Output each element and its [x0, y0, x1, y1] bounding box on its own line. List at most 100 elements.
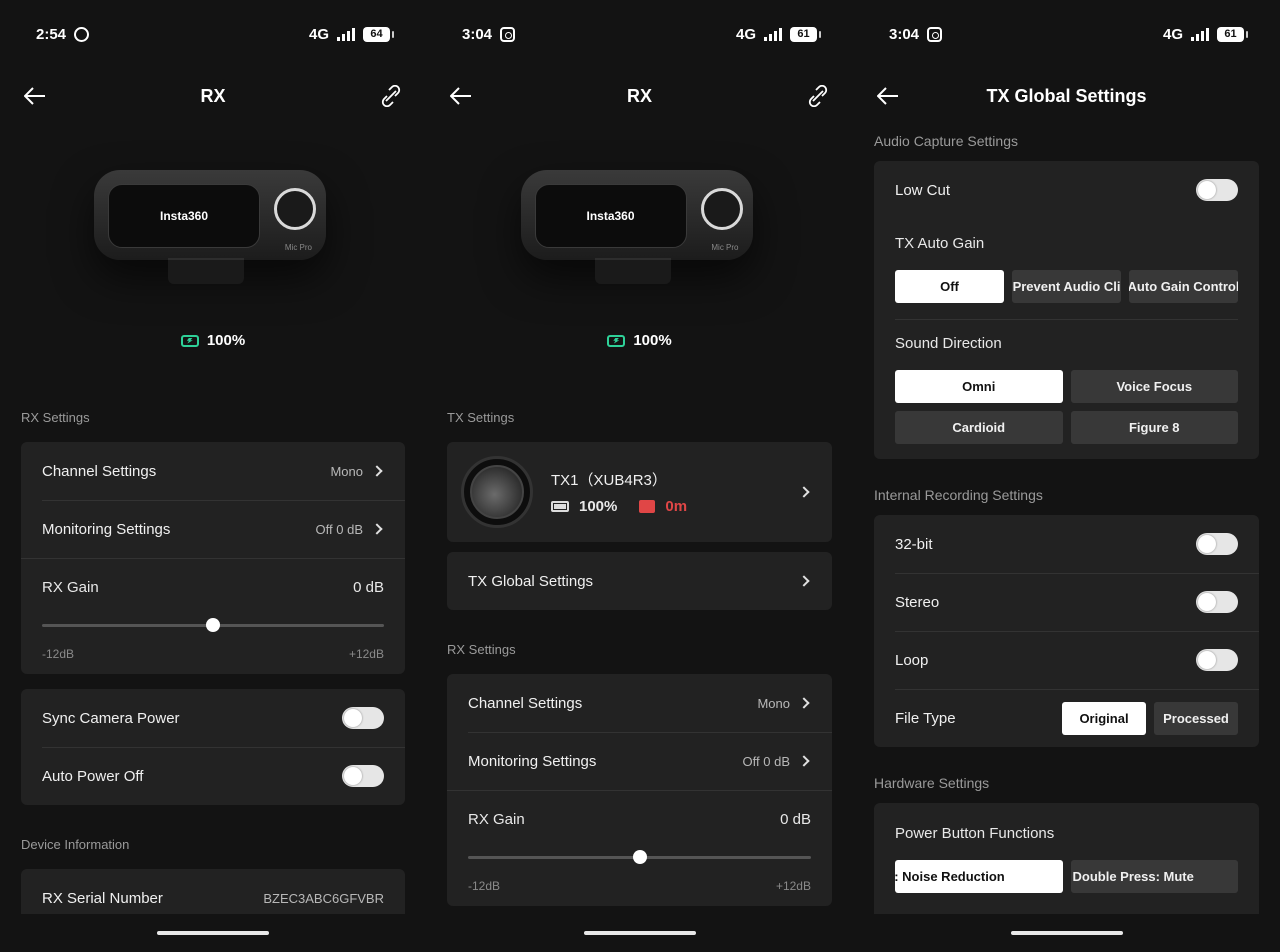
section-tx-settings: TX Settings [447, 410, 515, 425]
battery-status: 100% [426, 332, 853, 349]
sound-direction: Sound Direction Omni Voice Focus Cardioi… [874, 319, 1259, 459]
device-brand: Insta360 [534, 184, 687, 248]
section-rx-settings: RX Settings [21, 410, 90, 425]
battery-icon [551, 501, 569, 512]
slider-knob[interactable] [632, 850, 647, 864]
signal-icon [764, 27, 782, 41]
loop-row: Loop [874, 631, 1259, 689]
battery-icon: 64 [363, 26, 394, 42]
sound-omni-option[interactable]: Omni [895, 370, 1063, 403]
device-brand: Insta360 [108, 184, 260, 248]
chevron-right-icon [798, 697, 810, 709]
unlink-icon [808, 85, 828, 107]
file-type-row: File Type Original Processed [874, 689, 1259, 747]
status-bar: 3:04 4G 61 [889, 22, 1248, 46]
sound-figure8-option[interactable]: Figure 8 [1070, 411, 1238, 444]
channel-settings-row[interactable]: Channel Settings Mono [21, 442, 405, 500]
battery-level: 100% [206, 332, 246, 349]
charging-battery-icon [607, 334, 626, 347]
tx1-card[interactable]: TX1（XUB4R3） 100% 0m [447, 442, 832, 542]
auto-gain-off-option[interactable]: Off [895, 270, 1004, 303]
screen-tx-global: 3:04 4G 61 TX Global Settings Audio Capt… [853, 0, 1280, 952]
tx1-record-time: 0m [665, 498, 688, 515]
chevron-right-icon [371, 465, 383, 477]
section-hardware: Hardware Settings [874, 775, 990, 791]
arrow-left-icon [877, 87, 898, 105]
back-button[interactable] [20, 81, 50, 111]
signal-icon [337, 27, 355, 41]
device-tag: Mic Pro [711, 243, 739, 252]
sound-voice-focus-option[interactable]: Voice Focus [1070, 370, 1238, 403]
power-double-press-option[interactable]: Double Press: Mute [1070, 860, 1238, 893]
low-cut-toggle[interactable] [1196, 179, 1238, 201]
stereo-toggle[interactable] [1196, 591, 1238, 613]
tx-global-settings-card[interactable]: TX Global Settings [447, 552, 832, 610]
rx-settings-card: Channel Settings Mono Monitoring Setting… [447, 674, 832, 906]
rx-gain-value: 0 dB [780, 811, 811, 828]
rx-gain: RX Gain 0 dB -12dB +12dB [447, 790, 832, 906]
status-time: 3:04 [462, 25, 493, 43]
unlink-button[interactable] [803, 81, 833, 111]
page-title: TX Global Settings [986, 85, 1147, 106]
power-card: Sync Camera Power Auto Power Off [21, 689, 405, 805]
auto-gain-prevent-clip-option[interactable]: Prevent Audio Cli [1012, 270, 1121, 303]
audio-capture-card: Low Cut TX Auto Gain Off Prevent Audio C… [874, 161, 1259, 459]
device-tag: Mic Pro [284, 243, 312, 252]
battery-status: 100% [0, 332, 426, 349]
file-type-processed-option[interactable]: Processed [1154, 701, 1238, 735]
power-single-press-option[interactable]: s: Noise Reduction [895, 860, 1063, 893]
rx-gain: RX Gain 0 dB -12dB +12dB [21, 558, 405, 674]
loop-toggle[interactable] [1196, 649, 1238, 671]
auto-power-off-toggle[interactable] [342, 765, 384, 787]
battery-level: 100% [633, 332, 672, 349]
section-internal-recording: Internal Recording Settings [874, 487, 1043, 503]
rx-gain-slider[interactable] [468, 850, 811, 864]
sync-camera-power-toggle[interactable] [342, 707, 384, 729]
status-time: 2:54 [36, 25, 67, 43]
gain-min: -12dB [42, 647, 75, 661]
page-title: RX [200, 85, 226, 106]
slider-knob[interactable] [206, 618, 220, 632]
home-indicator[interactable] [157, 931, 269, 935]
screen-rx-1: 2:54 4G 64 RX Insta360 Mic Pro 100% RX S… [0, 0, 426, 952]
tx-auto-gain: TX Auto Gain Off Prevent Audio Cli Auto … [874, 219, 1259, 319]
stereo-row: Stereo [874, 573, 1259, 631]
monitoring-settings-row[interactable]: Monitoring Settings Off 0 dB [447, 732, 832, 790]
nav-bar: RX [20, 78, 406, 114]
tx-global-settings-row[interactable]: TX Global Settings [447, 552, 832, 610]
gain-min: -12dB [468, 879, 501, 893]
bit32-toggle[interactable] [1196, 533, 1238, 555]
home-indicator[interactable] [1010, 931, 1123, 935]
unlink-button[interactable] [376, 81, 406, 111]
serial-value: BZEC3ABC6GFVBR [263, 890, 384, 906]
device-image: Insta360 Mic Pro [515, 140, 765, 300]
status-bar: 3:04 4G 61 [462, 22, 821, 46]
home-indicator[interactable] [583, 931, 696, 935]
network-type: 4G [1162, 25, 1183, 43]
bit32-row: 32-bit [874, 515, 1259, 573]
rx-gain-slider[interactable] [42, 618, 384, 632]
tx1-battery: 100% [579, 498, 618, 515]
power-button-functions: Power Button Functions s: Noise Reductio… [874, 803, 1259, 914]
internal-recording-card: 32-bit Stereo Loop File Type Original Pr… [874, 515, 1259, 747]
chevron-right-icon [798, 755, 810, 767]
gain-max: +12dB [775, 879, 811, 893]
instagram-icon [927, 26, 943, 42]
status-time: 3:04 [889, 25, 920, 43]
network-type: 4G [308, 25, 329, 43]
status-bar: 2:54 4G 64 [36, 22, 394, 46]
network-type: 4G [735, 25, 756, 43]
channel-settings-row[interactable]: Channel Settings Mono [447, 674, 832, 732]
page-title: RX [626, 85, 652, 106]
back-button[interactable] [446, 81, 476, 111]
nav-bar: RX [446, 78, 833, 114]
sd-card-icon [639, 500, 656, 513]
device-info-card: RX Serial Number BZEC3ABC6GFVBR [21, 869, 405, 914]
chevron-right-icon [371, 523, 383, 535]
auto-gain-control-option[interactable]: Auto Gain Control [1129, 270, 1238, 303]
sound-cardioid-option[interactable]: Cardioid [895, 411, 1063, 444]
back-button[interactable] [873, 81, 903, 111]
hardware-card: Power Button Functions s: Noise Reductio… [874, 803, 1259, 914]
file-type-original-option[interactable]: Original [1062, 701, 1146, 735]
monitoring-settings-row[interactable]: Monitoring Settings Off 0 dB [21, 500, 405, 558]
